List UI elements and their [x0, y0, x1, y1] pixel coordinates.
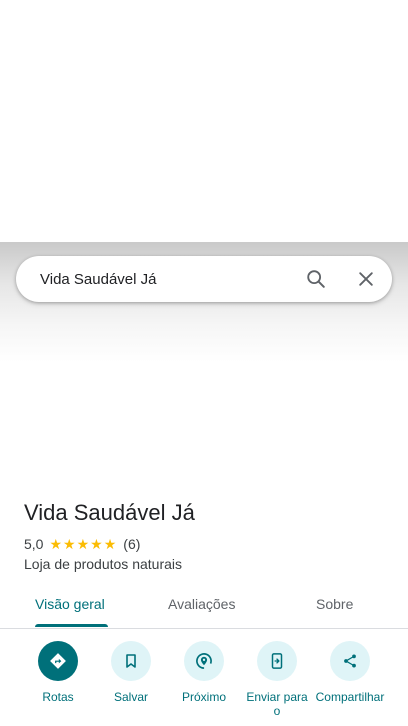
star-icon: ★ [49, 536, 63, 552]
tab-reviews[interactable]: Avaliações [168, 596, 235, 612]
rating-row[interactable]: 5,0 ★ ★ ★ ★ ★ (6) [24, 536, 140, 552]
star-icon: ★ [90, 536, 103, 552]
share-icon [344, 654, 356, 668]
bookmark-icon [126, 654, 136, 668]
close-icon [359, 272, 373, 286]
active-tab-indicator [35, 624, 108, 627]
send-to-phone-button[interactable]: Enviar para o [237, 641, 317, 718]
search-button[interactable] [296, 259, 336, 299]
tab-about[interactable]: Sobre [316, 596, 353, 612]
save-button-circle[interactable] [111, 641, 151, 681]
nearby-button[interactable]: Próximo [164, 641, 244, 704]
directions-button-circle[interactable] [38, 641, 78, 681]
search-bar[interactable]: Vida Saudável Já [16, 256, 392, 302]
send-to-phone-button-circle[interactable] [257, 641, 297, 681]
nearby-icon [196, 653, 212, 669]
send-to-phone-label: Enviar para o [246, 690, 308, 718]
directions-icon [50, 653, 66, 669]
clear-search-button[interactable] [346, 259, 386, 299]
share-button-circle[interactable] [330, 641, 370, 681]
place-title: Vida Saudável Já [24, 500, 195, 525]
map-area[interactable] [0, 0, 408, 242]
star-icon: ★ [63, 536, 76, 552]
rating-value: 5,0 [24, 536, 44, 552]
star-icon: ★ [76, 536, 90, 552]
tab-bar: Visão geral Avaliações Sobre [0, 588, 408, 629]
place-category: Loja de produtos naturais [24, 556, 182, 572]
share-label: Compartilhar [315, 690, 385, 704]
search-input[interactable]: Vida Saudável Já [40, 271, 296, 288]
star-icon: ★ [103, 536, 117, 552]
nearby-label: Próximo [181, 690, 226, 704]
save-label: Salvar [113, 690, 148, 704]
send-to-phone-icon [271, 653, 283, 669]
tab-overview[interactable]: Visão geral [35, 596, 105, 612]
share-button[interactable]: Compartilhar [310, 641, 390, 704]
directions-label: Rotas [42, 690, 74, 704]
save-button[interactable]: Salvar [91, 641, 171, 704]
search-icon [307, 270, 325, 288]
action-bar: Rotas Salvar Próximo Enviar para o Compa… [0, 641, 408, 726]
nearby-button-circle[interactable] [184, 641, 224, 681]
rating-stars: ★ ★ ★ ★ ★ [49, 537, 117, 551]
directions-button[interactable]: Rotas [18, 641, 98, 704]
review-count[interactable]: (6) [123, 536, 140, 552]
